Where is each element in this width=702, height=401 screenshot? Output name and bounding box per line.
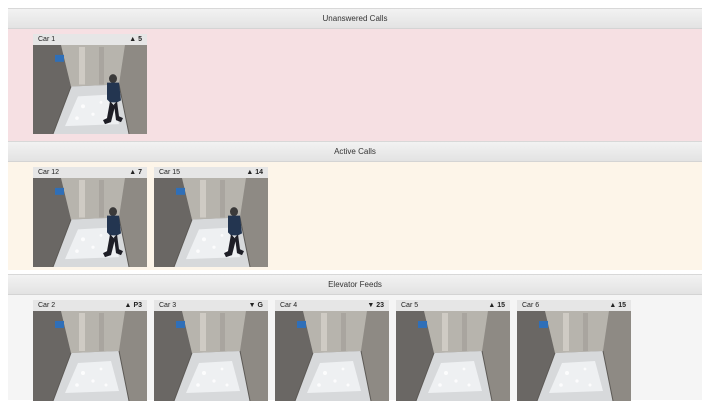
camera-tile-header: Car 6 ▲ 15	[517, 300, 631, 311]
camera-tile-header: Car 5 ▲ 15	[396, 300, 510, 311]
section-title-active: Active Calls	[8, 141, 702, 162]
car-position: ▲ 5	[129, 34, 142, 45]
camera-tile-header: Car 1 ▲ 5	[33, 34, 147, 45]
direction-arrow-icon: ▲	[124, 302, 132, 309]
direction-arrow-icon: ▲	[488, 302, 496, 309]
floor-indicator: 15	[618, 302, 626, 309]
camera-tile[interactable]: Car 1 ▲ 5	[33, 34, 147, 134]
floor-indicator: 7	[138, 169, 142, 176]
camera-tile[interactable]: Car 2 ▲ P3	[33, 300, 147, 401]
car-position: ▲ P3	[125, 300, 142, 311]
car-label: Car 3	[159, 302, 177, 309]
camera-feed-image	[33, 178, 147, 267]
section-title-feeds: Elevator Feeds	[8, 274, 702, 295]
active-calls-section: Active Calls Car 12 ▲ 7 Car 15 ▲ 14	[8, 141, 702, 270]
camera-tile[interactable]: Car 4 ▼ 23	[275, 300, 389, 401]
camera-feed-image	[154, 311, 268, 401]
camera-feed-image	[33, 311, 147, 401]
camera-tile[interactable]: Car 6 ▲ 15	[517, 300, 631, 401]
elevator-feeds-section: Elevator Feeds Car 2 ▲ P3 Car 3 ▼ G Car …	[8, 274, 702, 401]
car-label: Car 15	[159, 169, 181, 176]
active-calls-body: Car 12 ▲ 7 Car 15 ▲ 14	[8, 162, 702, 270]
camera-tile-header: Car 3 ▼ G	[154, 300, 268, 311]
car-position: ▼ 23	[367, 300, 384, 311]
camera-tile-header: Car 2 ▲ P3	[33, 300, 147, 311]
section-title-unanswered: Unanswered Calls	[8, 8, 702, 29]
floor-indicator: 23	[376, 302, 384, 309]
camera-feed-image	[154, 178, 268, 267]
camera-tile-list: Car 2 ▲ P3 Car 3 ▼ G Car 4 ▼ 23 Car 5 ▲ …	[33, 300, 631, 401]
camera-tile-header: Car 12 ▲ 7	[33, 167, 147, 178]
camera-tile-header: Car 4 ▼ 23	[275, 300, 389, 311]
unanswered-calls-section: Unanswered Calls Car 1 ▲ 5	[8, 8, 702, 145]
camera-tile[interactable]: Car 3 ▼ G	[154, 300, 268, 401]
car-position: ▲ 14	[246, 167, 263, 178]
floor-indicator: P3	[133, 302, 142, 309]
camera-feed-image	[33, 45, 147, 134]
car-position: ▲ 15	[488, 300, 505, 311]
camera-feed-image	[396, 311, 510, 401]
camera-tile[interactable]: Car 12 ▲ 7	[33, 167, 147, 267]
direction-arrow-icon: ▼	[367, 302, 375, 309]
camera-tile[interactable]: Car 15 ▲ 14	[154, 167, 268, 267]
car-label: Car 4	[280, 302, 298, 309]
floor-indicator: G	[257, 302, 263, 309]
car-label: Car 12	[38, 169, 60, 176]
car-label: Car 6	[522, 302, 540, 309]
camera-tile-list: Car 1 ▲ 5	[33, 34, 147, 134]
car-label: Car 1	[38, 36, 56, 43]
camera-feed-image	[275, 311, 389, 401]
floor-indicator: 14	[255, 169, 263, 176]
direction-arrow-icon: ▼	[248, 302, 256, 309]
direction-arrow-icon: ▲	[609, 302, 617, 309]
floor-indicator: 5	[138, 36, 142, 43]
direction-arrow-icon: ▲	[129, 36, 137, 43]
camera-tile-header: Car 15 ▲ 14	[154, 167, 268, 178]
car-label: Car 2	[38, 302, 56, 309]
direction-arrow-icon: ▲	[246, 169, 254, 176]
elevator-feeds-body: Car 2 ▲ P3 Car 3 ▼ G Car 4 ▼ 23 Car 5 ▲ …	[8, 295, 702, 401]
floor-indicator: 15	[497, 302, 505, 309]
camera-tile-list: Car 12 ▲ 7 Car 15 ▲ 14	[33, 167, 268, 267]
car-label: Car 5	[401, 302, 419, 309]
unanswered-calls-body: Car 1 ▲ 5	[8, 29, 702, 145]
car-position: ▲ 7	[129, 167, 142, 178]
camera-tile[interactable]: Car 5 ▲ 15	[396, 300, 510, 401]
camera-feed-image	[517, 311, 631, 401]
car-position: ▼ G	[249, 300, 263, 311]
car-position: ▲ 15	[609, 300, 626, 311]
direction-arrow-icon: ▲	[129, 169, 137, 176]
